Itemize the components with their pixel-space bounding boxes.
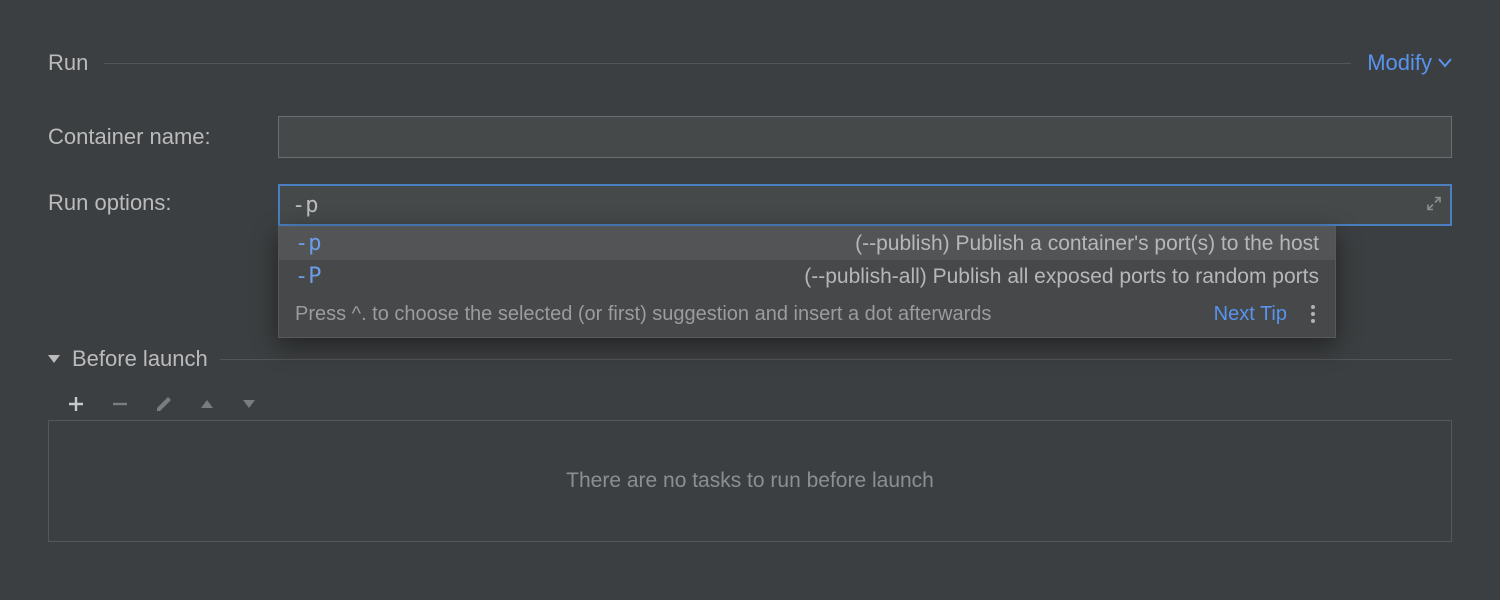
- move-up-icon[interactable]: [198, 397, 216, 411]
- container-name-input[interactable]: [278, 116, 1452, 158]
- run-options-label: Run options:: [48, 184, 278, 216]
- move-down-icon[interactable]: [240, 397, 258, 411]
- disclosure-icon[interactable]: [48, 355, 60, 363]
- completion-tip: Press ^. to choose the selected (or firs…: [295, 303, 1194, 326]
- before-launch-toolbar: [48, 388, 1452, 420]
- next-tip-link[interactable]: Next Tip: [1214, 303, 1287, 326]
- edit-icon[interactable]: [154, 394, 174, 414]
- expand-icon[interactable]: [1426, 193, 1442, 218]
- before-launch-empty-text: There are no tasks to run before launch: [566, 469, 934, 493]
- kebab-icon[interactable]: [1307, 301, 1319, 327]
- completion-item[interactable]: -P (--publish-all) Publish all exposed p…: [279, 260, 1335, 293]
- section-title: Run: [48, 50, 88, 76]
- add-icon[interactable]: [66, 394, 86, 414]
- chevron-down-icon: [1438, 58, 1452, 68]
- completion-desc: (--publish-all) Publish all exposed port…: [804, 265, 1319, 289]
- separator: [220, 359, 1452, 360]
- before-launch-title: Before launch: [72, 346, 208, 372]
- completion-desc: (--publish) Publish a container's port(s…: [855, 232, 1319, 256]
- container-name-label: Container name:: [48, 124, 278, 150]
- separator: [104, 63, 1351, 64]
- completion-item[interactable]: -p (--publish) Publish a container's por…: [279, 227, 1335, 260]
- before-launch-header: Before launch: [48, 346, 1452, 372]
- run-options-input[interactable]: -p: [278, 184, 1452, 226]
- run-options-value: -p: [292, 193, 319, 218]
- modify-button[interactable]: Modify: [1367, 50, 1452, 76]
- remove-icon[interactable]: [110, 394, 130, 414]
- completion-popup: -p (--publish) Publish a container's por…: [278, 226, 1336, 338]
- completion-footer: Press ^. to choose the selected (or firs…: [279, 293, 1335, 337]
- section-header: Run Modify: [48, 50, 1452, 76]
- before-launch-task-list: There are no tasks to run before launch: [48, 420, 1452, 542]
- completion-flag: -p: [295, 231, 335, 256]
- completion-flag: -P: [295, 264, 335, 289]
- modify-label: Modify: [1367, 50, 1432, 76]
